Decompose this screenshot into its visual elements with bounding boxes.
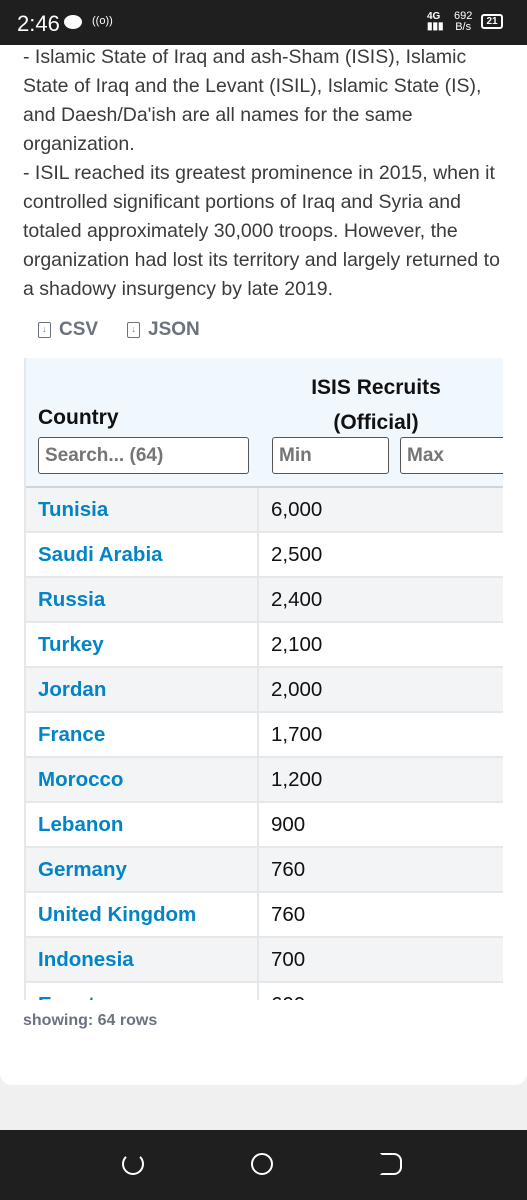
- recruits-value: 760: [271, 903, 306, 926]
- country-link[interactable]: Russia: [26, 578, 259, 621]
- table-row: Russia 2,400: [26, 578, 503, 623]
- hotspot-icon: ((o)): [92, 15, 113, 27]
- column-header-recruits[interactable]: ISIS Recruits (Official): [276, 370, 476, 440]
- table-header: Country ISIS Recruits (Official): [26, 358, 503, 488]
- back-button[interactable]: [380, 1153, 402, 1175]
- recruits-value: 6,000: [271, 498, 323, 521]
- table-row: Tunisia 6,000: [26, 488, 503, 533]
- table-row: Jordan 2,000: [26, 668, 503, 713]
- table-body: Tunisia 6,000 Saudi Arabia 2,500 Russia 2,400…: [26, 488, 503, 1000]
- recruits-value: 2,400: [271, 588, 323, 611]
- table-row: United Kingdom 760: [26, 893, 503, 938]
- table-row: Turkey 2,100: [26, 623, 503, 668]
- recruits-value: 2,100: [271, 633, 323, 656]
- table-row: Indonesia 700: [26, 938, 503, 983]
- data-table[interactable]: Country ISIS Recruits (Official) Tunisia 6…: [24, 358, 503, 1000]
- country-link[interactable]: Morocco: [26, 758, 259, 801]
- network-type: 4G: [427, 11, 441, 22]
- note: - ISIL reached its greatest prominence i…: [23, 162, 500, 300]
- country-link[interactable]: France: [26, 713, 259, 756]
- country-link[interactable]: United Kingdom: [26, 893, 259, 936]
- country-link[interactable]: Indonesia: [26, 938, 259, 981]
- notes: - Islamic State of Iraq and ash-Sham (IS…: [23, 45, 513, 304]
- note: - Islamic State of Iraq and ash-Sham (IS…: [23, 46, 482, 155]
- recruits-value: 1,200: [271, 768, 323, 791]
- battery-icon: 21: [481, 14, 503, 29]
- table-row: France 1,700: [26, 713, 503, 758]
- header-line: ISIS Recruits: [311, 376, 441, 399]
- download-json-button[interactable]: ↓ JSON: [127, 319, 200, 341]
- country-link[interactable]: Saudi Arabia: [26, 533, 259, 576]
- table-row: Saudi Arabia 2,500: [26, 533, 503, 578]
- content-card: - Islamic State of Iraq and ash-Sham (IS…: [0, 45, 527, 1085]
- chat-notification-icon: [64, 15, 82, 29]
- table-row: Egypt600: [26, 983, 503, 1000]
- country-link[interactable]: Egypt: [26, 983, 259, 1000]
- clock: 2:46: [17, 11, 60, 36]
- country-link[interactable]: Germany: [26, 848, 259, 891]
- column-header-country[interactable]: Country: [38, 406, 119, 430]
- signal-icon: 4G ▮▮▮: [427, 11, 444, 32]
- recents-button[interactable]: [122, 1153, 144, 1175]
- country-link[interactable]: Tunisia: [26, 488, 259, 531]
- navigation-bar: [0, 1130, 527, 1200]
- recruits-value: 1,700: [271, 723, 323, 746]
- speed-unit: B/s: [455, 21, 472, 33]
- table-row: Morocco 1,200: [26, 758, 503, 803]
- header-line: (Official): [333, 411, 419, 434]
- row-count: showing: 64 rows: [23, 1012, 158, 1029]
- min-filter-input[interactable]: [272, 437, 389, 474]
- download-file-icon: ↓: [38, 322, 51, 338]
- country-search-input[interactable]: [38, 437, 249, 474]
- country-link[interactable]: Lebanon: [26, 803, 259, 846]
- recruits-value: 900: [271, 813, 306, 836]
- csv-label: CSV: [59, 319, 99, 340]
- country-link[interactable]: Turkey: [26, 623, 259, 666]
- json-label: JSON: [148, 319, 200, 340]
- status-bar: 2:46 ((o)) 4G ▮▮▮ 692 B/s 21: [0, 0, 527, 45]
- country-link[interactable]: Jordan: [26, 668, 259, 711]
- home-button[interactable]: [251, 1153, 273, 1175]
- recruits-value: 760: [271, 858, 306, 881]
- download-file-icon: ↓: [127, 322, 140, 338]
- download-csv-button[interactable]: ↓ CSV: [38, 319, 98, 341]
- net-speed: 692 B/s: [454, 11, 472, 33]
- recruits-value: 2,000: [271, 678, 323, 701]
- recruits-value: 2,500: [271, 543, 323, 566]
- recruits-value: 700: [271, 948, 306, 971]
- recruits-value: 600: [259, 983, 317, 1000]
- table-row: Germany 760: [26, 848, 503, 893]
- table-row: Lebanon 900: [26, 803, 503, 848]
- max-filter-input[interactable]: [400, 437, 503, 474]
